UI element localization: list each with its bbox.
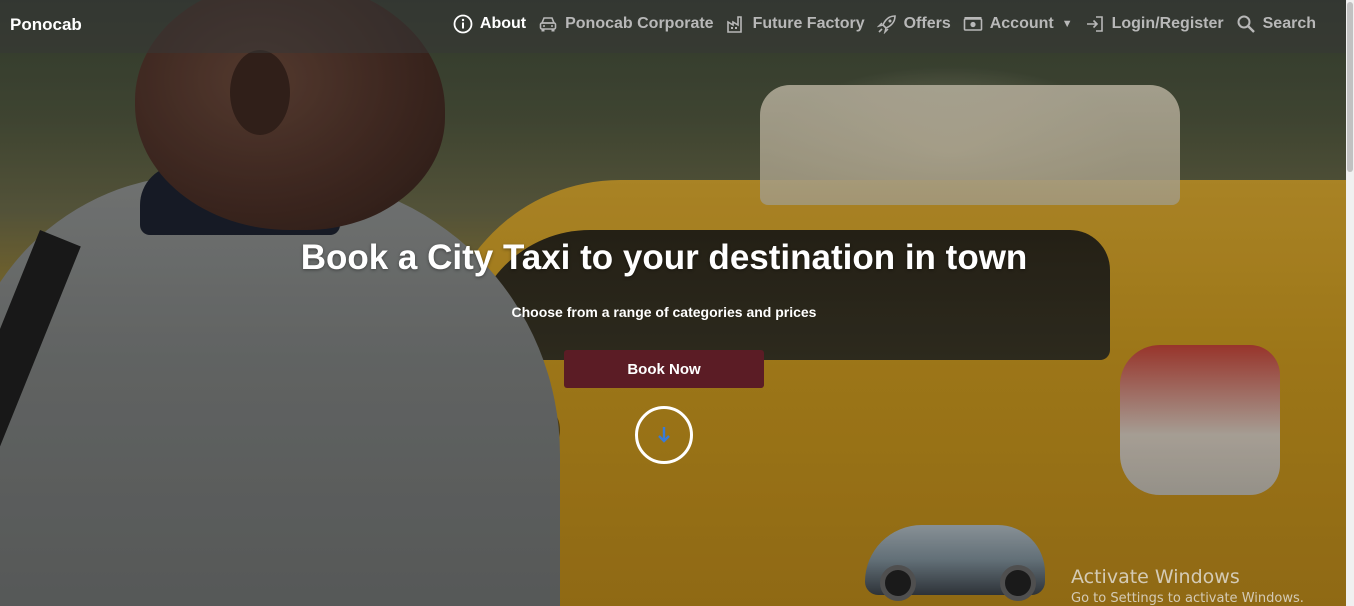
nav-corporate[interactable]: Ponocab Corporate (537, 13, 714, 35)
nav-account-label: Account (989, 15, 1054, 32)
info-circle-icon (452, 13, 474, 35)
nav-future-factory[interactable]: Future Factory (725, 13, 865, 35)
arrow-down-icon (658, 427, 670, 443)
chevron-down-icon: ▼ (1061, 18, 1073, 30)
brand-logo-link[interactable]: Ponocab (10, 15, 82, 35)
nav-about[interactable]: About (452, 13, 526, 35)
scroll-down-button[interactable] (635, 406, 693, 464)
book-now-button[interactable]: Book Now (564, 350, 764, 388)
watermark-subtitle: Go to Settings to activate Windows. (1071, 591, 1304, 606)
car-icon (537, 13, 559, 35)
nav-offers-label: Offers (903, 15, 951, 32)
nav-about-label: About (479, 15, 527, 32)
nav-search-label: Search (1262, 15, 1316, 32)
factory-icon (725, 13, 747, 35)
watermark-title: Activate Windows (1071, 566, 1240, 588)
nav-search[interactable]: Search (1235, 13, 1316, 35)
activate-windows-watermark: Activate Windows Go to Settings to activ… (1071, 566, 1304, 606)
rocket-icon (876, 13, 898, 35)
hero-background-image (0, 0, 1354, 606)
dark-overlay (0, 0, 1354, 606)
hero-subtitle: Choose from a range of categories and pr… (511, 304, 817, 320)
nav-menu: About Ponocab Corporate Future Factory O… (441, 12, 1316, 36)
top-navbar: Ponocab About Ponocab Corporate Future F… (0, 0, 1346, 53)
search-icon (1235, 13, 1257, 35)
nav-login-label: Login/Register (1111, 15, 1224, 32)
hero-title: Book a City Taxi to your destination in … (300, 238, 1028, 277)
money-icon (962, 13, 984, 35)
page-scrollbar[interactable] (1346, 0, 1354, 606)
scrollbar-thumb[interactable] (1347, 2, 1353, 172)
nav-corporate-label: Ponocab Corporate (565, 15, 714, 32)
nav-future-factory-label: Future Factory (752, 15, 865, 32)
nav-offers[interactable]: Offers (876, 13, 951, 35)
sign-in-icon (1084, 13, 1106, 35)
nav-account-dropdown[interactable]: Account ▼ (962, 13, 1073, 35)
nav-login-register[interactable]: Login/Register (1084, 13, 1224, 35)
